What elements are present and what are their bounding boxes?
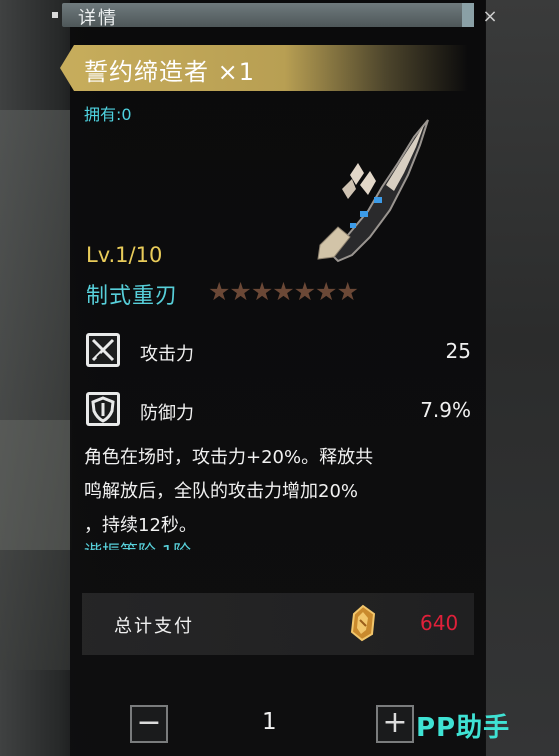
- coin-icon: [350, 604, 376, 642]
- stat-label-attack: 攻击力: [140, 344, 194, 365]
- close-icon[interactable]: ×: [480, 3, 500, 31]
- crossed-swords-icon: [86, 333, 120, 367]
- weapon-image: [317, 119, 429, 263]
- description-line: 鸣解放后，全队的攻击力增加20%: [84, 481, 359, 502]
- header-dot-icon: [52, 12, 58, 18]
- resonance-tier-label: 谐振等阶 1阶: [84, 538, 191, 550]
- shield-icon: [86, 392, 120, 426]
- page-title: 详情: [78, 8, 118, 29]
- background-right: [485, 0, 559, 756]
- increase-quantity-button[interactable]: +: [376, 705, 414, 743]
- weapon-level: Lv.1/10: [86, 243, 163, 267]
- owned-count: 拥有:0: [84, 101, 132, 125]
- payment-value: 640: [420, 611, 459, 635]
- decrease-quantity-button[interactable]: −: [130, 705, 168, 743]
- owned-label: 拥有:: [84, 105, 122, 124]
- weapon-type: 制式重刃: [86, 284, 179, 309]
- background-left: [0, 110, 70, 670]
- owned-value: 0: [121, 105, 132, 124]
- header-accent: [462, 3, 474, 27]
- rarity-stars: ★★★★★★★: [208, 277, 359, 306]
- stat-value-defense: 7.9%: [420, 398, 471, 422]
- description-line: 角色在场时，攻击力+20%。释放共: [84, 447, 374, 468]
- quantity-value: 1: [262, 709, 277, 735]
- stat-value-attack: 25: [445, 339, 471, 363]
- stat-label-defense: 防御力: [140, 403, 194, 424]
- weapon-description: 角色在场时，攻击力+20%。释放共 鸣解放后，全队的攻击力增加20% ，持续12…: [84, 441, 474, 543]
- payment-label: 总计支付: [114, 616, 194, 637]
- header-bar: [62, 3, 474, 27]
- item-name: 誓约缔造者 ×1: [84, 58, 256, 86]
- watermark-text: PP助手: [416, 713, 511, 743]
- background-left-shelf: [0, 420, 72, 550]
